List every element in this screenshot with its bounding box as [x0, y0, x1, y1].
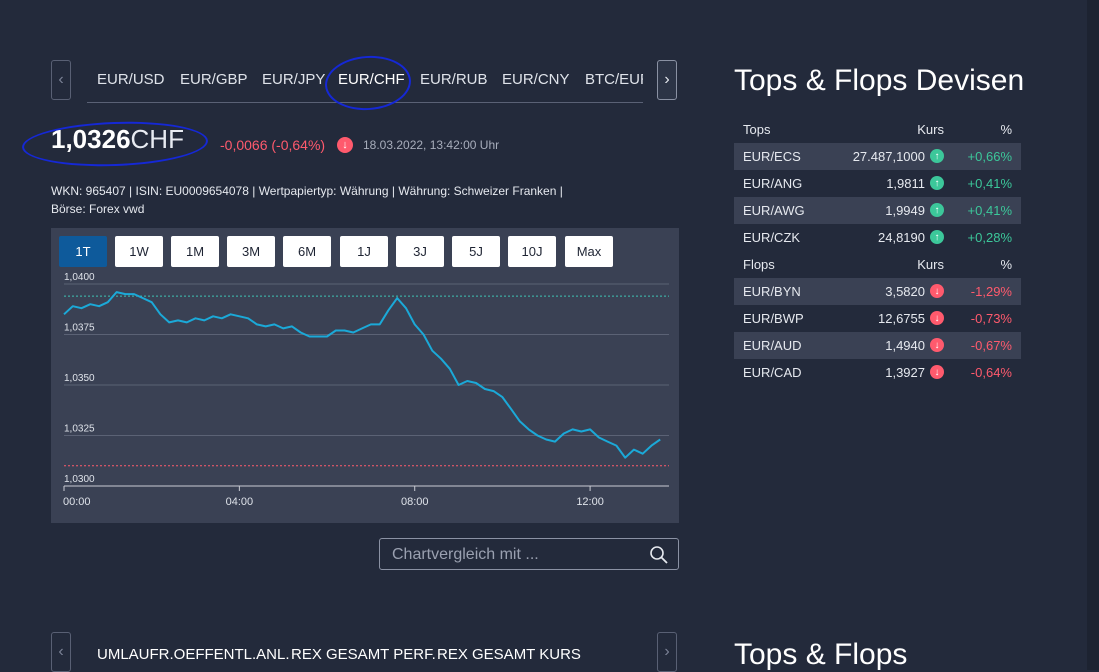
pair-kurs: 27.487,1000: [852, 149, 925, 164]
pair-name[interactable]: EUR/ECS: [743, 149, 801, 164]
col-kurs: Kurs: [917, 257, 944, 272]
x-tick-label: 08:00: [401, 496, 429, 508]
tabs-prev-button[interactable]: ‹: [51, 60, 71, 100]
currency-row[interactable]: EUR/BYN 3,5820 ↓ -1,29%: [734, 278, 1021, 305]
tab-eur-usd[interactable]: EUR/USD: [97, 71, 165, 88]
col-pct: %: [1000, 122, 1012, 137]
annotation-circle-price: [21, 118, 209, 170]
chart-panel: 1T 1W 1M 3M 6M 1J 3J 5J 10J Max 1,0400 1,0375 1,035…: [51, 228, 679, 523]
x-tick-label: 12:00: [576, 496, 604, 508]
index-tabs-next-button[interactable]: ›: [657, 632, 677, 672]
tab-btc-eur[interactable]: BTC/EUR: [585, 71, 643, 88]
pair-kurs: 1,3927: [885, 365, 925, 380]
arrow-up-icon: ↑: [930, 176, 944, 190]
pair-pct: +0,28%: [967, 230, 1012, 245]
tab-rex-gesamt-kurs[interactable]: REX GESAMT KURS: [437, 646, 581, 663]
pair-kurs: 24,8190: [878, 230, 925, 245]
pair-name[interactable]: EUR/CAD: [743, 365, 802, 380]
arrow-up-icon: ↑: [930, 230, 944, 244]
pair-kurs: 12,6755: [878, 311, 925, 326]
col-kurs: Kurs: [917, 122, 944, 137]
chevron-left-icon: ‹: [58, 71, 64, 88]
tab-eur-gbp[interactable]: EUR/GBP: [180, 71, 248, 88]
arrow-up-icon: ↑: [930, 203, 944, 217]
arrow-down-icon: ↓: [930, 365, 944, 379]
chart-compare-input[interactable]: [390, 543, 644, 567]
flops-header: Flops Kurs%: [734, 251, 1021, 278]
pair-pct: +0,41%: [967, 203, 1012, 218]
currency-row[interactable]: EUR/ECS 27.487,1000 ↑ +0,66%: [734, 143, 1021, 170]
pair-kurs: 1,9811: [886, 176, 925, 191]
chevron-right-icon: ›: [664, 71, 670, 88]
y-tick-label: 1,0325: [64, 424, 95, 435]
currency-row[interactable]: EUR/BWP 12,6755 ↓ -0,73%: [734, 305, 1021, 332]
pair-pct: -0,64%: [970, 365, 1012, 380]
arrow-down-icon: ↓: [337, 137, 353, 153]
meta-line-2: Börse: Forex vwd: [51, 202, 145, 216]
currency-row[interactable]: EUR/ANG 1,9811 ↑ +0,41%: [734, 170, 1021, 197]
pair-name[interactable]: EUR/ANG: [743, 176, 802, 191]
scrollbar-track[interactable]: [1087, 0, 1099, 670]
tab-eur-jpy[interactable]: EUR/JPY: [262, 71, 325, 88]
pair-kurs: 3,5820: [885, 284, 925, 299]
pair-pct: +0,66%: [967, 149, 1012, 164]
currency-row[interactable]: EUR/CZK 24,8190 ↑ +0,28%: [734, 224, 1021, 251]
index-tabs: ‹ UMLAUFR.OEFFENTL.ANL. REX GESAMT PERF.…: [51, 632, 679, 672]
arrow-up-icon: ↑: [930, 149, 944, 163]
chart-compare-search: [379, 538, 679, 570]
x-tick-label: 04:00: [226, 496, 254, 508]
y-tick-label: 1,0300: [64, 474, 95, 485]
price-chart: 1,0400 1,0375 1,0350 1,0325 1,0300 00:00 04:00…: [63, 272, 669, 508]
tab-eur-cny[interactable]: EUR/CNY: [502, 71, 570, 88]
currency-row[interactable]: EUR/CAD 1,3927 ↓ -0,64%: [734, 359, 1021, 386]
section-label: Tops: [743, 122, 771, 137]
index-tabs-prev-button[interactable]: ‹: [51, 632, 71, 672]
instrument-meta: WKN: 965407 | ISIN: EU0009654078 | Wertp…: [51, 182, 631, 218]
col-pct: %: [1000, 257, 1012, 272]
meta-line-1: WKN: 965407 | ISIN: EU0009654078 | Wertp…: [51, 184, 563, 198]
arrow-down-icon: ↓: [930, 311, 944, 325]
quote-timestamp: 18.03.2022, 13:42:00 Uhr: [363, 138, 500, 152]
y-tick-label: 1,0375: [64, 323, 95, 334]
section-label: Flops: [743, 257, 775, 272]
y-tick-label: 1,0400: [64, 272, 95, 283]
tops-flops-table: Tops Kurs% EUR/ECS 27.487,1000 ↑ +0,66% EUR/AN…: [734, 116, 1021, 386]
y-tick-label: 1,0350: [64, 373, 95, 384]
tab-umlaufrendite[interactable]: UMLAUFR.OEFFENTL.ANL.: [97, 646, 290, 663]
pair-pct: -0,73%: [970, 311, 1012, 326]
chevron-left-icon: ‹: [58, 643, 64, 660]
pair-name[interactable]: EUR/CZK: [743, 230, 800, 245]
tops-flops-title: Tops & Flops Devisen: [734, 64, 1025, 97]
currency-row[interactable]: EUR/AUD 1,4940 ↓ -0,67%: [734, 332, 1021, 359]
tops-flops-title-2: Tops & Flops: [734, 638, 908, 671]
pair-name[interactable]: EUR/BYN: [743, 284, 801, 299]
pair-pct: +0,41%: [967, 176, 1012, 191]
price-change: -0,0066 (-0,64%): [220, 137, 326, 153]
tab-eur-rub[interactable]: EUR/RUB: [420, 71, 488, 88]
x-tick-label: 00:00: [63, 496, 91, 508]
pair-pct: -0,67%: [970, 338, 1012, 353]
pair-name[interactable]: EUR/AUD: [743, 338, 802, 353]
pair-name[interactable]: EUR/BWP: [743, 311, 804, 326]
pair-kurs: 1,4940: [885, 338, 925, 353]
arrow-down-icon: ↓: [930, 338, 944, 352]
tops-header: Tops Kurs%: [734, 116, 1021, 143]
pair-kurs: 1,9949: [885, 203, 925, 218]
arrow-down-icon: ↓: [930, 284, 944, 298]
pair-name[interactable]: EUR/AWG: [743, 203, 805, 218]
tabs-next-button[interactable]: ›: [657, 60, 677, 100]
currency-row[interactable]: EUR/AWG 1,9949 ↑ +0,41%: [734, 197, 1021, 224]
tab-rex-gesamt-perf[interactable]: REX GESAMT PERF.: [291, 646, 436, 663]
chevron-right-icon: ›: [664, 643, 670, 660]
pair-pct: -1,29%: [970, 284, 1012, 299]
search-icon[interactable]: [649, 545, 669, 565]
price-series-line: [63, 291, 661, 459]
